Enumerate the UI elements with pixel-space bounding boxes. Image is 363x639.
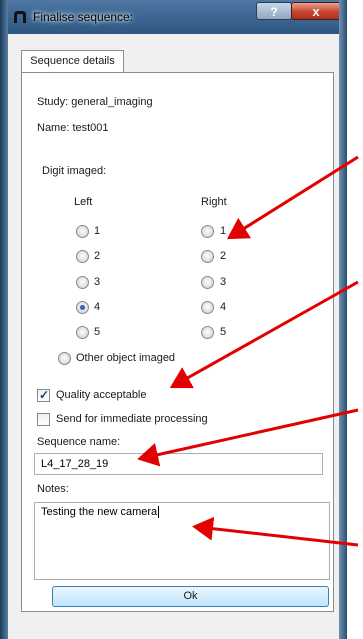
notes-label: Notes: bbox=[37, 483, 69, 495]
radio-button[interactable] bbox=[76, 326, 89, 339]
radio-label: 2 bbox=[94, 250, 101, 262]
window-title: Finalise sequence: bbox=[33, 10, 134, 24]
radio-button-selected[interactable] bbox=[76, 301, 89, 314]
help-button[interactable]: ? bbox=[256, 2, 292, 20]
notes-text: Testing the new camera bbox=[41, 506, 158, 518]
checkbox-checked[interactable] bbox=[37, 388, 50, 402]
left-column-heading: Left bbox=[74, 196, 93, 208]
radio-label: 4 bbox=[220, 301, 227, 313]
app-logo-icon bbox=[14, 11, 26, 23]
digit-imaged-heading: Digit imaged: bbox=[42, 165, 107, 177]
radio-button[interactable] bbox=[201, 326, 214, 339]
dialog-window: Finalise sequence: ? x Sequence details … bbox=[0, 0, 347, 639]
window-frame-right bbox=[339, 0, 347, 639]
other-object-label: Other object imaged bbox=[76, 352, 176, 364]
study-label: Study: general_imaging bbox=[37, 96, 153, 108]
checkbox[interactable] bbox=[37, 413, 50, 426]
title-bar[interactable]: Finalise sequence: ? x bbox=[0, 0, 347, 34]
radio-label: 5 bbox=[94, 326, 101, 338]
sequence-name-label: Sequence name: bbox=[37, 436, 121, 448]
radio-button[interactable] bbox=[76, 225, 89, 238]
radio-button[interactable] bbox=[201, 276, 214, 289]
text-cursor bbox=[158, 506, 160, 518]
radio-label: 3 bbox=[220, 276, 227, 288]
ok-button[interactable]: Ok bbox=[52, 586, 329, 607]
right-column-heading: Right bbox=[201, 196, 227, 208]
radio-button[interactable] bbox=[201, 301, 214, 314]
send-processing-label: Send for immediate processing bbox=[56, 413, 208, 425]
radio-button[interactable] bbox=[201, 250, 214, 263]
radio-label: 4 bbox=[94, 301, 101, 313]
radio-label: 2 bbox=[220, 250, 227, 262]
quality-acceptable-label: Quality acceptable bbox=[56, 389, 147, 401]
radio-button[interactable] bbox=[201, 225, 214, 238]
radio-button[interactable] bbox=[76, 250, 89, 263]
radio-button[interactable] bbox=[76, 276, 89, 289]
radio-label: 5 bbox=[220, 326, 227, 338]
radio-label: 1 bbox=[220, 225, 227, 237]
radio-label: 3 bbox=[94, 276, 101, 288]
radio-label: 1 bbox=[94, 225, 101, 237]
close-button[interactable]: x bbox=[291, 2, 341, 20]
sequence-name-input[interactable] bbox=[34, 453, 323, 475]
notes-textarea[interactable]: Testing the new camera bbox=[34, 502, 330, 580]
name-label: Name: test001 bbox=[37, 122, 109, 134]
window-frame-left bbox=[0, 0, 8, 639]
radio-button[interactable] bbox=[58, 352, 71, 365]
background-strip bbox=[347, 0, 363, 639]
tab-sequence-details[interactable]: Sequence details bbox=[21, 50, 124, 73]
